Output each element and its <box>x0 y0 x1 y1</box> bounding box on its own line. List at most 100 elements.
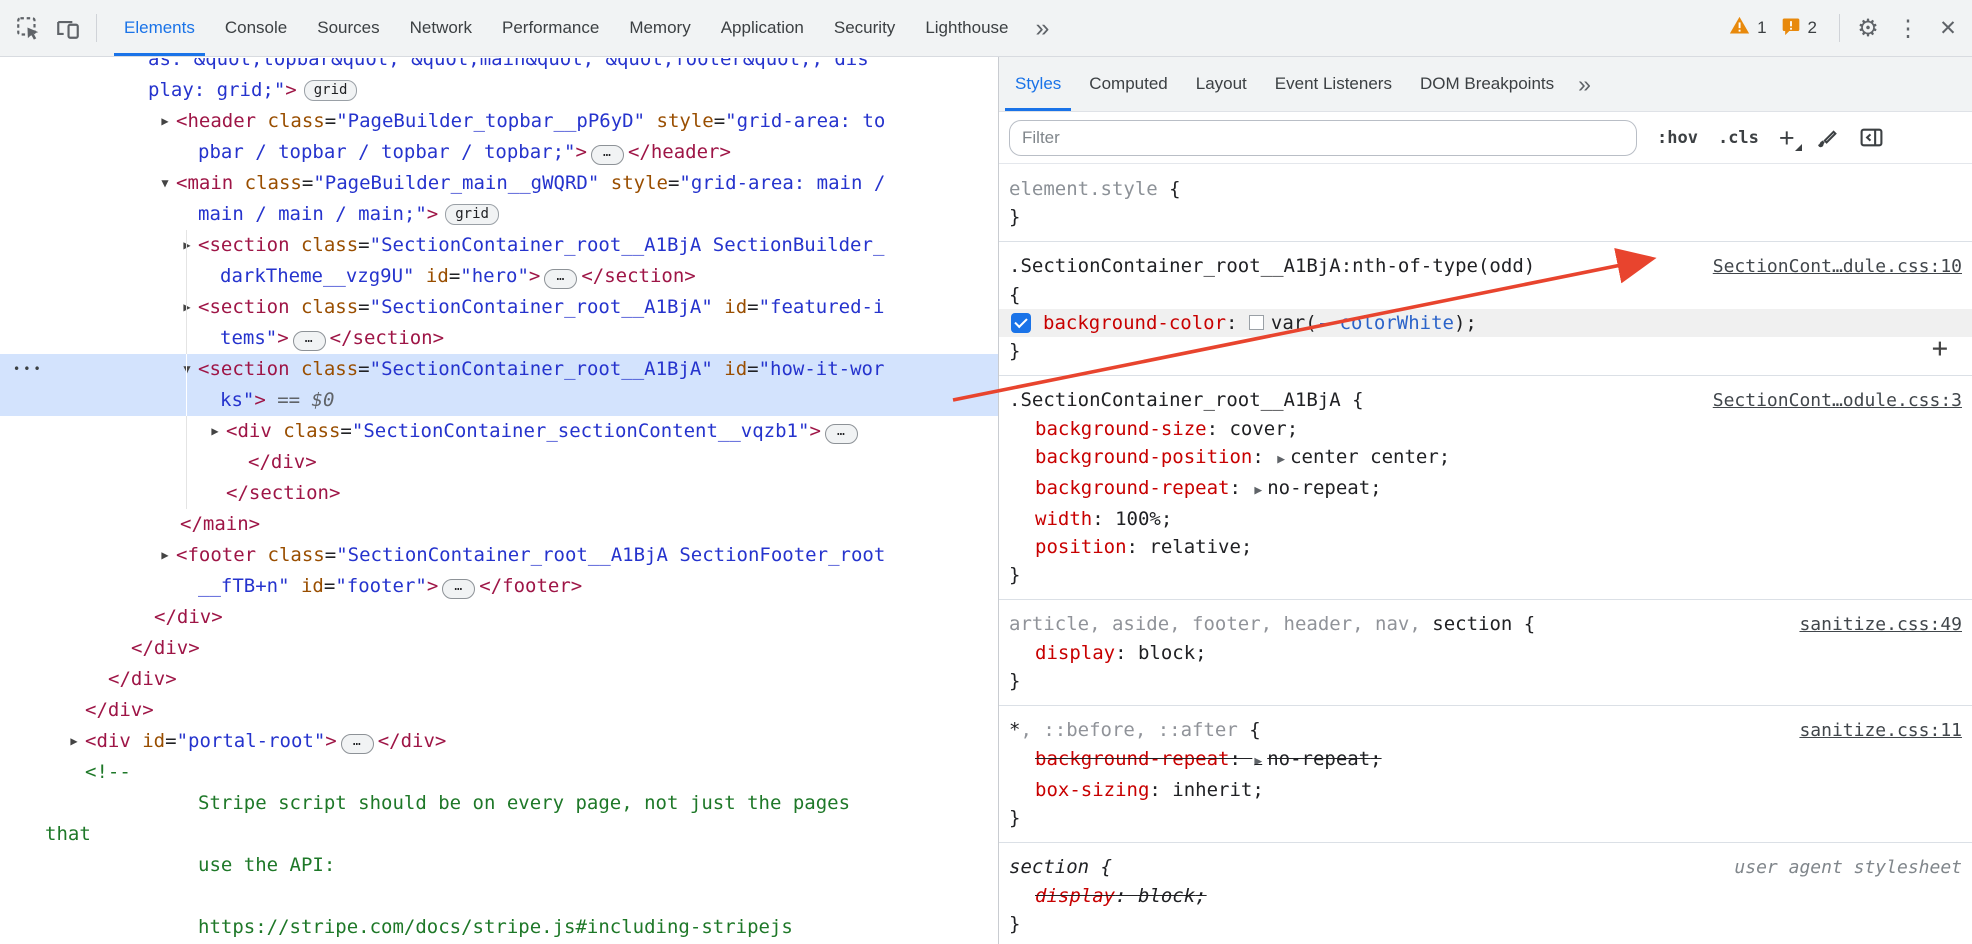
tree-row[interactable]: ▶<section class="SectionContainer_root__… <box>0 230 998 261</box>
rule-selector[interactable]: .SectionContainer_root__A1BjA { <box>1009 386 1703 414</box>
close-icon[interactable]: ✕ <box>1928 8 1968 48</box>
rule-selector[interactable]: section { <box>1009 853 1724 881</box>
tree-row[interactable]: <!-- <box>0 757 998 788</box>
tree-row[interactable]: play: grid;">grid <box>0 75 998 106</box>
expand-ellipsis-icon[interactable]: … <box>591 145 624 165</box>
grid-badge[interactable]: grid <box>304 80 358 101</box>
css-declaration[interactable]: box-sizing: inherit; <box>1009 776 1962 804</box>
expand-arrow-icon[interactable]: ▶ <box>179 230 195 261</box>
stylesheet-link[interactable]: sanitize.css:11 <box>1799 717 1962 745</box>
shorthand-expander-icon[interactable]: ▶ <box>1254 483 1262 498</box>
tree-row[interactable]: as: &quot;topbar&quot; &quot;main&quot; … <box>0 58 998 75</box>
more-sidebar-tabs-icon[interactable]: » <box>1568 57 1601 111</box>
settings-gear-icon[interactable]: ⚙ <box>1848 8 1888 48</box>
expand-arrow-icon[interactable]: ▶ <box>157 540 173 571</box>
rule-selector-row[interactable]: element.style { <box>1009 175 1962 203</box>
tree-row[interactable]: pbar / topbar / topbar / topbar;">…</hea… <box>0 137 998 168</box>
tree-row-selected[interactable]: •••▼<section class="SectionContainer_roo… <box>0 354 998 385</box>
property-value[interactable]: block <box>1138 885 1195 907</box>
stylesheet-link[interactable]: sanitize.css:49 <box>1799 611 1962 639</box>
tab-styles[interactable]: Styles <box>1001 57 1075 111</box>
declaration-checkbox[interactable] <box>1011 313 1031 333</box>
tab-application[interactable]: Application <box>706 0 819 56</box>
property-value[interactable]: inherit <box>1172 779 1252 801</box>
tab-dom-breakpoints[interactable]: DOM Breakpoints <box>1406 57 1568 111</box>
tab-layout[interactable]: Layout <box>1182 57 1261 111</box>
rule-selector[interactable]: .SectionContainer_root__A1BjA:nth-of-typ… <box>1009 252 1703 280</box>
css-declaration[interactable]: width: 100%; <box>1009 505 1962 533</box>
toggle-element-state-button[interactable]: :hov <box>1657 128 1698 148</box>
css-declaration[interactable]: background-color: var(--colorWhite); <box>999 309 1972 337</box>
tree-row[interactable]: </div> <box>0 633 998 664</box>
property-name[interactable]: background-repeat <box>1035 477 1229 499</box>
property-name[interactable]: background-repeat <box>1035 748 1229 770</box>
expand-arrow-icon[interactable]: ▶ <box>66 726 82 757</box>
collapse-arrow-icon[interactable]: ▼ <box>179 354 195 385</box>
issues-indicator[interactable]: 2 <box>1781 16 1817 41</box>
tree-row[interactable]: ▼<main class="PageBuilder_main__gWQRD" s… <box>0 168 998 199</box>
tab-elements[interactable]: Elements <box>109 0 210 56</box>
tree-row[interactable]: </div> <box>0 664 998 695</box>
stylesheet-link[interactable]: SectionCont…odule.css:3 <box>1713 387 1962 415</box>
tree-row[interactable]: </div> <box>0 602 998 633</box>
tab-performance[interactable]: Performance <box>487 0 614 56</box>
tab-memory[interactable]: Memory <box>614 0 705 56</box>
property-name[interactable]: box-sizing <box>1035 779 1149 801</box>
property-name[interactable]: width <box>1035 508 1092 530</box>
property-value[interactable]: center center <box>1290 446 1439 468</box>
expand-arrow-icon[interactable]: ▶ <box>157 106 173 137</box>
rule-selector-row[interactable]: article, aside, footer, header, nav, sec… <box>1009 610 1962 639</box>
inspect-element-icon[interactable] <box>8 8 48 48</box>
tree-row[interactable]: ▶<footer class="SectionContainer_root__A… <box>0 540 998 571</box>
property-name[interactable]: display <box>1035 642 1115 664</box>
css-variable-link[interactable]: --colorWhite <box>1317 312 1454 334</box>
expand-arrow-icon[interactable]: ▶ <box>207 416 223 447</box>
tab-network[interactable]: Network <box>395 0 487 56</box>
tree-row[interactable]: main / main / main;">grid <box>0 199 998 230</box>
tree-row[interactable]: ▶<div class="SectionContainer_sectionCon… <box>0 416 998 447</box>
tree-row[interactable]: Stripe script should be on every page, n… <box>0 788 998 819</box>
rule-selector-row[interactable]: .SectionContainer_root__A1BjA { SectionCo… <box>1009 386 1962 415</box>
expand-ellipsis-icon[interactable]: … <box>341 734 374 754</box>
property-value[interactable]: block <box>1138 642 1195 664</box>
tree-row[interactable]: darkTheme__vzg9U" id="hero">…</section> <box>0 261 998 292</box>
css-declaration[interactable]: background-repeat: ▶no-repeat; <box>1009 474 1962 505</box>
stylesheet-link[interactable]: SectionCont…dule.css:10 <box>1713 253 1962 281</box>
tree-row[interactable]: that <box>0 819 998 850</box>
tree-row[interactable]: ▶<div id="portal-root">…</div> <box>0 726 998 757</box>
device-toolbar-icon[interactable] <box>48 8 88 48</box>
css-declaration[interactable]: background-position: ▶center center; <box>1009 443 1962 474</box>
tree-row[interactable]: https://stripe.com/docs/stripe.js#includ… <box>0 912 998 943</box>
tree-row[interactable]: use the API: <box>0 850 998 881</box>
property-name[interactable]: background-position <box>1035 446 1252 468</box>
expand-ellipsis-icon[interactable]: … <box>544 269 577 289</box>
css-declaration[interactable]: position: relative; <box>1009 533 1962 561</box>
property-name[interactable]: background-size <box>1035 418 1207 440</box>
dock-sidebar-icon[interactable] <box>1859 125 1884 150</box>
tree-row[interactable]: ▶<header class="PageBuilder_topbar__pP6y… <box>0 106 998 137</box>
property-value[interactable]: relative <box>1149 536 1241 558</box>
rule-selector-row[interactable]: .SectionContainer_root__A1BjA:nth-of-typ… <box>1009 252 1962 281</box>
tab-event-listeners[interactable]: Event Listeners <box>1261 57 1406 111</box>
collapse-arrow-icon[interactable]: ▼ <box>157 168 173 199</box>
new-style-rule-button[interactable]: + <box>1779 128 1795 148</box>
css-declaration[interactable]: background-repeat: ▶no-repeat; <box>1009 745 1962 776</box>
property-value[interactable]: cover <box>1229 418 1286 440</box>
styles-filter-input[interactable] <box>1009 120 1637 156</box>
rule-selector[interactable]: element.style { <box>1009 175 1962 203</box>
property-value[interactable]: no-repeat <box>1267 748 1370 770</box>
tree-row[interactable]: __fTB+n" id="footer">…</footer> <box>0 571 998 602</box>
rule-selector[interactable]: article, aside, footer, header, nav, sec… <box>1009 610 1789 638</box>
tree-row[interactable]: tems">…</section> <box>0 323 998 354</box>
css-declaration[interactable]: display: block; <box>1009 639 1962 667</box>
tab-console[interactable]: Console <box>210 0 302 56</box>
expand-ellipsis-icon[interactable]: … <box>825 424 858 444</box>
grid-badge[interactable]: grid <box>445 204 499 225</box>
rule-selector[interactable]: *, ::before, ::after { <box>1009 716 1789 744</box>
expand-arrow-icon[interactable]: ▶ <box>179 292 195 323</box>
property-value[interactable]: 100% <box>1115 508 1161 530</box>
property-name[interactable]: display <box>1035 885 1115 907</box>
more-panels-icon[interactable]: » <box>1024 14 1062 43</box>
tab-security[interactable]: Security <box>819 0 910 56</box>
property-value[interactable]: no-repeat <box>1267 477 1370 499</box>
